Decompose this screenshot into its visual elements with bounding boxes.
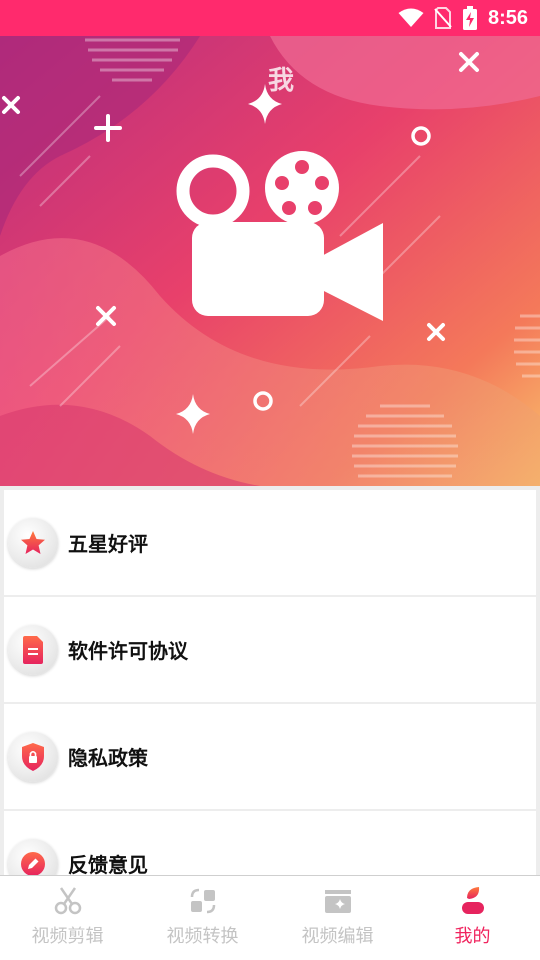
convert-icon — [190, 888, 215, 914]
document-icon — [23, 635, 43, 664]
scissors-icon — [54, 887, 81, 915]
tab-video-cut[interactable]: 视频剪辑 — [0, 876, 135, 960]
menu-item-feedback[interactable]: 反馈意见 — [4, 811, 536, 875]
menu-item-label: 软件许可协议 — [68, 639, 188, 663]
shield-lock-icon — [22, 742, 44, 771]
menu-item-label: 隐私政策 — [68, 746, 148, 770]
tab-label: 视频编辑 — [301, 926, 374, 947]
pencil-icon — [21, 851, 45, 875]
settings-menu: 五星好评 软件许可协议 隐私政策 反馈意见 — [0, 486, 540, 875]
clapperboard-icon — [324, 890, 351, 913]
profile-banner: 我 — [0, 36, 540, 486]
menu-item-privacy[interactable]: 隐私政策 — [4, 704, 536, 809]
tab-label: 视频剪辑 — [31, 926, 104, 947]
status-bar: 8:56 — [0, 0, 540, 36]
battery-charging-icon — [462, 6, 477, 30]
menu-item-label: 五星好评 — [68, 532, 148, 556]
user-icon — [461, 887, 484, 914]
tab-video-edit[interactable]: 视频编辑 — [270, 876, 405, 960]
menu-item-license[interactable]: 软件许可协议 — [4, 597, 536, 702]
menu-item-rate[interactable]: 五星好评 — [4, 490, 536, 595]
bottom-tab-bar: 视频剪辑 视频转换 视频编辑 我的 — [0, 875, 540, 960]
tab-label: 视频转换 — [166, 926, 239, 947]
menu-item-label: 反馈意见 — [68, 853, 148, 875]
wifi-icon — [398, 8, 424, 27]
tab-mine[interactable]: 我的 — [405, 876, 540, 960]
page-title: 我 — [268, 66, 295, 96]
star-icon — [21, 530, 45, 554]
tab-video-convert[interactable]: 视频转换 — [135, 876, 270, 960]
status-time: 8:56 — [487, 6, 528, 29]
no-sim-icon — [434, 7, 452, 29]
tab-label: 我的 — [454, 926, 491, 947]
